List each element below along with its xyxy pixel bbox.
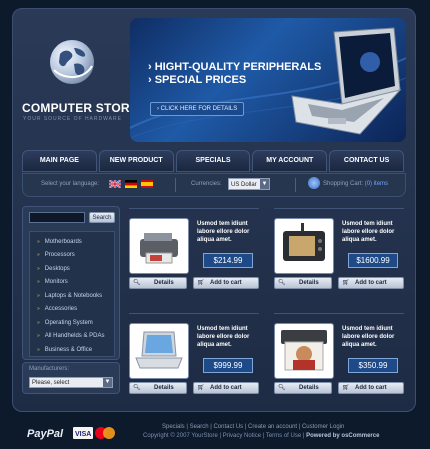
search-input[interactable] [29,212,85,223]
currency-select[interactable]: US Dollar ▼ [228,178,270,190]
add-to-cart-button[interactable]: 🛒︎ Add to cart [338,382,404,394]
nav-main-page[interactable]: MAIN PAGE [22,150,97,172]
category-monitors[interactable]: » Monitors [30,276,114,288]
payment-logos: PayPal VISA [27,425,119,446]
bullet-icon: » [37,266,40,272]
spanish-flag-icon[interactable] [141,180,153,188]
add-to-cart-button[interactable]: 🛒︎ Add to cart [193,277,259,289]
german-flag-icon[interactable] [125,180,137,188]
product-price: $214.99 [203,253,253,268]
powered-by[interactable]: Powered by osCommerce [306,433,379,439]
nav-new-product[interactable]: NEW PRODUCT [98,150,174,172]
magnifier-icon: 🔍︎ [133,280,141,286]
language-label: Select your language: [41,181,100,187]
cart-icon: 🛒︎ [197,280,205,286]
bullet-icon: » [37,320,40,326]
currency-label: Currencies: [191,181,222,187]
product-price: $350.99 [348,358,398,373]
banner-headline-2: › SPECIAL PRICES [148,74,247,86]
cart-icon: 🛒︎ [342,385,350,391]
sidebar: Search » Motherboards » Processors » Deskto… [22,206,120,360]
manufacturers-label: Manufacturers: [29,366,70,372]
laptop-image [282,26,402,142]
bullet-icon: » [37,347,40,353]
details-button[interactable]: 🔍︎ Details [274,382,332,394]
category-laptops[interactable]: » Laptops & Notebooks [30,290,114,302]
cart-label: Shopping Cart: [323,181,364,187]
bullet-icon: » [37,306,40,312]
category-processors[interactable]: » Processors [30,249,114,261]
product-description: Usmod tem idiunt labore ellore dolor ali… [342,221,395,243]
uk-flag-icon[interactable] [109,180,121,188]
footer-links[interactable]: Specials | Search | Contact Us | Create … [162,424,344,430]
footer-copyright: Copyright © 2007 YourStore | Privacy Not… [143,433,380,439]
bullet-icon: » [37,293,40,299]
paypal-logo: PayPal [27,428,64,440]
divider [129,313,259,314]
add-to-cart-button[interactable]: 🛒︎ Add to cart [193,382,259,394]
category-desktops[interactable]: » Desktops [30,263,114,275]
manufacturers-select[interactable]: Please, select ▼ [29,377,113,388]
logo[interactable]: COMPUTER STORE YOUR SOURCE OF HARDWARE [22,22,138,142]
globe-icon [50,40,94,84]
product-price: $1600.99 [348,253,398,268]
product-description: Usmod tem idiunt labore ellore dolor ali… [197,221,250,243]
cart-icon: 🛒︎ [197,385,205,391]
product-card: Usmod tem idiunt labore ellore dolor ali… [129,313,259,399]
category-list: » Motherboards » Processors » Desktops » Mon… [29,231,115,357]
visa-logo: VISA [75,431,91,438]
divider [274,313,404,314]
magnifier-icon: 🔍︎ [278,385,286,391]
product-card: Usmod tem idiunt labore ellore dolor ali… [274,313,404,399]
category-handhelds[interactable]: » All Handhelds & PDAs [30,330,114,342]
product-card: Usmod tem idiunt labore ellore dolor ali… [274,208,404,294]
cart-summary[interactable]: Shopping Cart: (0) items [323,181,388,187]
nav-contact-us[interactable]: CONTACT US [329,150,404,172]
divider [129,208,259,209]
nav-my-account[interactable]: MY ACCOUNT [252,150,328,172]
category-accessories[interactable]: » Accessories [30,303,114,315]
printer-image[interactable] [129,218,189,274]
product-description: Usmod tem idiunt labore ellore dolor ali… [197,326,250,348]
promo-banner[interactable]: › HIGHT-QUALITY PERIPHERALS › SPECIAL PR… [130,18,406,142]
toolbar: Select your language: Currencies: US Dol… [22,173,406,197]
store-tagline: YOUR SOURCE OF HARDWARE [23,116,122,122]
product-description: Usmod tem idiunt labore ellore dolor ali… [342,326,395,348]
laptop-image[interactable] [129,323,189,379]
details-button[interactable]: 🔍︎ Details [129,382,187,394]
add-to-cart-button[interactable]: 🛒︎ Add to cart [338,277,404,289]
manufacturers-value: Please, select [32,380,70,386]
bullet-icon: » [37,279,40,285]
cart-icon[interactable] [308,177,320,189]
main-nav: MAIN PAGE NEW PRODUCT SPECIALS MY ACCOUN… [22,150,404,172]
photo-printer-image[interactable] [274,323,334,379]
currency-value: US Dollar [231,182,257,188]
bullet-icon: » [37,239,40,245]
handheld-pc-image[interactable] [274,218,334,274]
category-business-office[interactable]: » Business & Office [30,344,114,356]
category-motherboards[interactable]: » Motherboards [30,236,114,248]
divider [274,208,404,209]
toolbar-divider [295,178,296,192]
bullet-icon: » [37,333,40,339]
nav-specials[interactable]: SPECIALS [175,150,251,172]
store-name: COMPUTER STORE [22,101,138,115]
cart-icon: 🛒︎ [342,280,350,286]
magnifier-icon: 🔍︎ [133,385,141,391]
manufacturers-box: Manufacturers: Please, select ▼ [22,362,120,394]
product-price: $999.99 [203,358,253,373]
search-button[interactable]: Search [89,212,115,223]
details-button[interactable]: 🔍︎ Details [129,277,187,289]
category-operating-system[interactable]: » Operating System [30,317,114,329]
cart-count: (0) items [364,181,389,187]
banner-details-button[interactable]: › CLICK HERE FOR DETAILS [150,102,245,116]
details-button[interactable]: 🔍︎ Details [274,277,332,289]
product-card: Usmod tem idiunt labore ellore dolor ali… [129,208,259,294]
chevron-down-icon: ▼ [103,378,112,387]
chevron-down-icon: ▼ [260,179,269,189]
toolbar-divider [175,178,176,192]
magnifier-icon: 🔍︎ [278,280,286,286]
bullet-icon: » [37,252,40,258]
